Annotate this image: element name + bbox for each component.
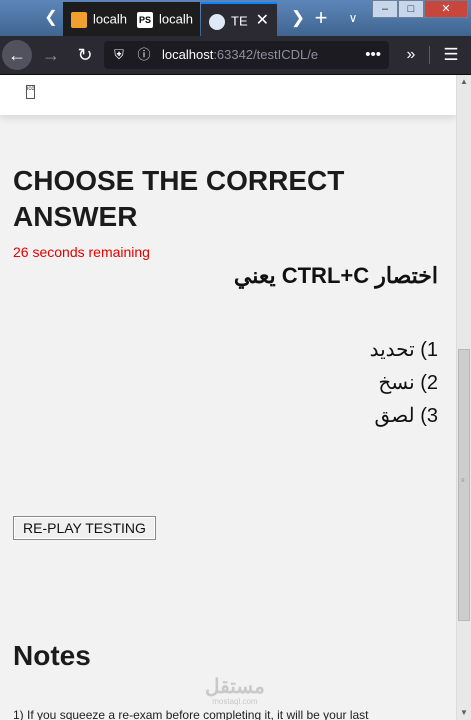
notes-text: 1) If you squeeze a re-exam before compl… (13, 708, 369, 720)
reload-icon[interactable]: ↻ (70, 40, 100, 70)
ps-icon: PS (137, 11, 153, 28)
scroll-up-arrow-icon[interactable]: ▲ (457, 75, 471, 89)
firefox-page-icon (209, 13, 225, 30)
tab-test-active[interactable]: TE ✕ (201, 2, 277, 36)
mostaql-watermark: مستقل mostaql.com (205, 677, 265, 707)
site-info-icon[interactable]: ⓘ (134, 41, 154, 69)
scrollbar-thumb[interactable]: ≡ (458, 349, 470, 621)
watermark-domain: mostaql.com (212, 697, 258, 706)
answer-list: 1) تحديد 2) نسخ 3) لصق (370, 334, 438, 433)
page-title: CHOOSE THE CORRECT ANSWER (13, 165, 345, 232)
watermark-logo-text: مستقل (205, 676, 265, 698)
address-bar[interactable]: ⛨ ⓘ localhost:63342/testICDL/e ••• (104, 41, 389, 69)
tab-localhost-1[interactable]: localh (63, 2, 129, 36)
overflow-chevron-icon[interactable]: » (398, 40, 424, 70)
close-tab-icon[interactable]: ✕ (256, 4, 269, 36)
scroll-down-arrow-icon[interactable]: ▼ (457, 706, 471, 720)
tab-label: localh (159, 11, 193, 27)
tracking-protection-shield-icon[interactable]: ⛨ (110, 41, 128, 69)
back-button[interactable]: ← (2, 40, 32, 70)
page-viewport: icdl CHOOSE THE CORRECT ANSWER 26 second… (0, 75, 456, 720)
url-path: :63342/testICDL/e (213, 47, 319, 62)
page-header: icdl (0, 75, 456, 115)
toolbar-divider (429, 46, 430, 64)
tab-label: localh (93, 11, 127, 27)
scrollbar-grip-icon: ≡ (461, 478, 465, 484)
intellij-icon (71, 11, 87, 28)
close-window-icon[interactable]: ✕ (424, 0, 468, 18)
url-text[interactable]: localhost:63342/testICDL/e (162, 41, 352, 69)
countdown-timer: 26 seconds remaining (13, 244, 150, 260)
tab-scroll-right-icon[interactable]: ❯ (286, 6, 310, 30)
navigation-toolbar: ← → ↻ ⛨ ⓘ localhost:63342/testICDL/e •••… (0, 36, 471, 75)
maximize-window-icon[interactable]: □ (398, 0, 424, 18)
tab-localhost-2[interactable]: PS localh (129, 2, 200, 36)
broken-image-icon: icdl (26, 85, 35, 99)
replay-testing-button[interactable]: RE-PLAY TESTING (13, 516, 156, 540)
page-actions-icon[interactable]: ••• (365, 41, 381, 69)
tab-scroll-left-icon[interactable]: ❮ (40, 6, 62, 30)
url-host: localhost (162, 47, 214, 62)
list-all-tabs-icon[interactable]: ∨ (341, 6, 365, 30)
question-text: اختصار CTRL+C يعني (233, 263, 438, 288)
forward-button[interactable]: → (36, 40, 66, 70)
notes-heading: Notes (13, 640, 91, 671)
answer-option-1[interactable]: 1) تحديد (370, 334, 438, 367)
browser-tab-strip: ❮ localh PS localh TE ✕ ❯ + ∨ – □ ✕ (0, 0, 471, 36)
answer-option-2[interactable]: 2) نسخ (370, 367, 438, 400)
tab-label: TE (231, 13, 248, 29)
image-alt-text: icdl (27, 86, 35, 92)
answer-option-3[interactable]: 3) لصق (370, 400, 438, 433)
new-tab-icon[interactable]: + (309, 6, 333, 30)
hamburger-menu-icon[interactable]: ☰ (438, 40, 464, 70)
minimize-window-icon[interactable]: – (372, 0, 398, 18)
vertical-scrollbar[interactable]: ▲ ≡ ▼ (456, 75, 471, 720)
